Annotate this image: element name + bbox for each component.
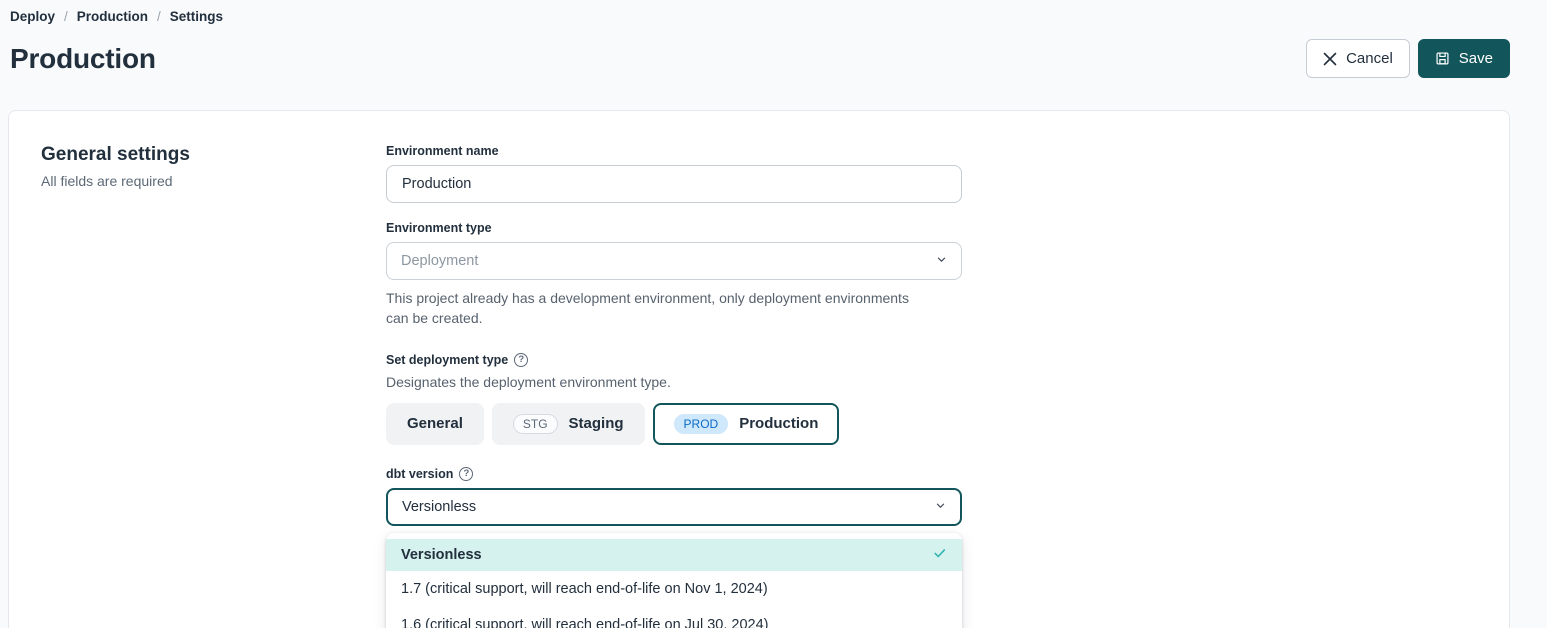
deployment-type-options: General STG Staging PROD Production bbox=[386, 403, 962, 445]
chevron-down-icon bbox=[936, 253, 947, 269]
deployment-type-label: Set deployment type bbox=[386, 353, 508, 367]
dbt-version-option-1-7[interactable]: 1.7 (critical support, will reach end-of… bbox=[386, 571, 962, 607]
deployment-type-general-button[interactable]: General bbox=[386, 403, 484, 445]
staging-option-label: Staging bbox=[569, 415, 624, 432]
environment-name-label: Environment name bbox=[386, 144, 962, 158]
dbt-version-option-1-6[interactable]: 1.6 (critical support, will reach end-of… bbox=[386, 607, 962, 628]
breadcrumb-separator: / bbox=[157, 9, 161, 24]
section-title: General settings bbox=[41, 144, 386, 166]
production-option-label: Production bbox=[739, 415, 818, 432]
breadcrumb-deploy[interactable]: Deploy bbox=[10, 9, 55, 24]
header-actions: Cancel Save bbox=[1306, 39, 1510, 78]
save-icon bbox=[1435, 51, 1450, 66]
dbt-version-option-versionless[interactable]: Versionless bbox=[386, 539, 962, 571]
page-header: Deploy / Production / Settings Productio… bbox=[0, 0, 1547, 78]
environment-type-hint: This project already has a development e… bbox=[386, 288, 931, 329]
check-icon bbox=[933, 546, 947, 564]
chevron-down-icon bbox=[935, 499, 946, 515]
breadcrumb: Deploy / Production / Settings bbox=[10, 9, 1510, 24]
option-label: 1.7 (critical support, will reach end-of… bbox=[401, 581, 768, 597]
environment-type-select[interactable]: Deployment bbox=[386, 242, 962, 280]
cancel-button[interactable]: Cancel bbox=[1306, 39, 1410, 78]
stg-badge: STG bbox=[513, 414, 558, 434]
cancel-button-label: Cancel bbox=[1346, 50, 1393, 67]
option-label: 1.6 (critical support, will reach end-of… bbox=[401, 617, 769, 628]
help-icon[interactable]: ? bbox=[514, 353, 528, 367]
prod-badge: PROD bbox=[674, 414, 729, 434]
section-subtitle: All fields are required bbox=[41, 173, 386, 189]
breadcrumb-production[interactable]: Production bbox=[77, 9, 148, 24]
dbt-version-dropdown-menu: Versionless 1.7 (critical support, will … bbox=[386, 533, 962, 628]
environment-name-input[interactable] bbox=[386, 165, 962, 203]
deployment-type-production-button[interactable]: PROD Production bbox=[653, 403, 840, 445]
deployment-type-staging-button[interactable]: STG Staging bbox=[492, 403, 645, 445]
dbt-version-label: dbt version bbox=[386, 467, 453, 481]
help-icon[interactable]: ? bbox=[459, 467, 473, 481]
breadcrumb-separator: / bbox=[64, 9, 68, 24]
general-option-label: General bbox=[407, 415, 463, 432]
deployment-type-description: Designates the deployment environment ty… bbox=[386, 374, 962, 390]
environment-type-label: Environment type bbox=[386, 221, 962, 235]
save-button-label: Save bbox=[1459, 50, 1493, 67]
page-title: Production bbox=[10, 43, 156, 75]
settings-panel: General settings All fields are required… bbox=[8, 110, 1510, 628]
dbt-version-select[interactable]: Versionless bbox=[386, 488, 962, 526]
save-button[interactable]: Save bbox=[1418, 39, 1510, 78]
settings-form: Environment name Environment type Deploy… bbox=[386, 144, 962, 628]
option-label: Versionless bbox=[401, 547, 482, 563]
breadcrumb-settings[interactable]: Settings bbox=[170, 9, 223, 24]
dbt-version-value: Versionless bbox=[402, 499, 476, 515]
close-icon bbox=[1323, 52, 1337, 66]
environment-type-value: Deployment bbox=[401, 253, 478, 269]
